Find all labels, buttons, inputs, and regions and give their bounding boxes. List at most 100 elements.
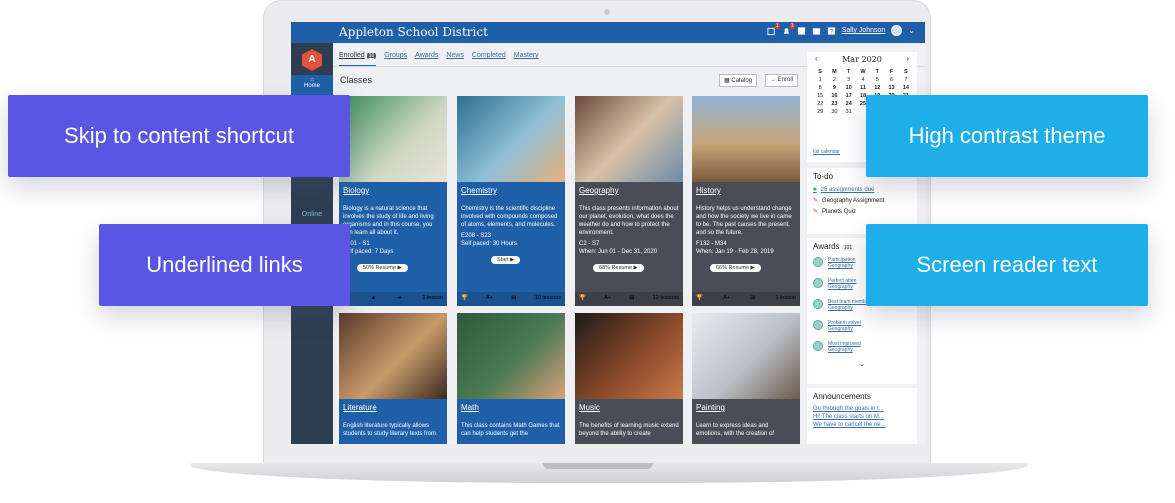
todo-item[interactable]: ✎ Geography Assignment	[807, 195, 917, 206]
calendar-day[interactable]: 16	[827, 93, 841, 99]
class-meta: Self paced: 30 Hours	[461, 241, 518, 247]
class-card[interactable]: Geography This class presents informatio…	[575, 96, 683, 306]
user-name[interactable]: Sally Johnson	[842, 27, 886, 34]
weekday-label: S	[818, 69, 822, 75]
announcement-item[interactable]: Go through the goals in t...	[807, 405, 917, 413]
doc-icon[interactable]: ▤	[511, 295, 516, 303]
top-bar-icons: 1 1 ? Sally Johnson ⌄	[767, 22, 915, 36]
tab-news[interactable]: News	[446, 52, 464, 67]
calendar-day[interactable]: 4	[856, 77, 870, 83]
announcement-item[interactable]: Hi! The class starts on M...	[807, 413, 917, 421]
svg-text:?: ?	[829, 28, 833, 35]
class-description: Chemistry is the scientific discipline i…	[461, 206, 558, 228]
calendar-day[interactable]: 15	[813, 93, 827, 99]
resume-button[interactable]: 66% Resume ▶	[710, 264, 761, 272]
award-item[interactable]: Most improved Geography	[807, 339, 917, 360]
class-card[interactable]: Music The benefits of learning music ext…	[575, 313, 683, 444]
arrow-icon[interactable]: ➔	[397, 295, 402, 303]
calendar-day[interactable]: 14	[899, 85, 913, 91]
calendar-day[interactable]: 22	[813, 101, 827, 107]
calendar-icon[interactable]	[812, 26, 821, 36]
calendar-day[interactable]: 11	[856, 85, 870, 91]
class-card[interactable]: Literature English literature typically …	[339, 313, 447, 444]
class-code: E208 - S23	[461, 233, 492, 239]
grade-icon[interactable]: A+	[723, 295, 730, 303]
catalog-button[interactable]: ▦ Catalog	[719, 74, 758, 87]
class-name[interactable]: Painting	[696, 403, 796, 412]
grade-icon[interactable]: A+	[604, 295, 611, 303]
chevron-down-icon[interactable]: ⌄	[908, 26, 915, 35]
enroll-label: Enroll	[777, 77, 794, 83]
award-item[interactable]: Problem solver Geography	[807, 318, 917, 339]
calendar-day[interactable]: 9	[827, 85, 841, 91]
start-button[interactable]: Start ▶	[491, 256, 521, 264]
calendar-day[interactable]: 10	[842, 85, 856, 91]
resume-button[interactable]: 50% Resume ▶	[357, 264, 408, 272]
class-card[interactable]: Biology Biology is a natural science tha…	[339, 96, 447, 306]
sidebar-item-label: Home	[303, 83, 320, 89]
calendar-day[interactable]: 6	[884, 77, 898, 83]
calendar-day[interactable]: 7	[899, 77, 913, 83]
expand-chevron-icon[interactable]: ⌄	[807, 360, 917, 368]
calendar-day[interactable]: 5	[870, 77, 884, 83]
tab-awards[interactable]: Awards	[415, 52, 438, 67]
trophy-icon[interactable]: 🏆	[696, 295, 703, 303]
card-footer: 🏆 A+ ▤ 10 lessons	[457, 292, 565, 306]
tab-completed[interactable]: Completed	[472, 52, 506, 67]
pin-icon: ✎	[813, 209, 819, 215]
calendar-day[interactable]: 23	[827, 101, 841, 107]
tab-enrolled[interactable]: Enrolled 16	[339, 52, 377, 67]
class-name[interactable]: Geography	[579, 186, 679, 195]
doc-icon[interactable]: ▤	[750, 295, 755, 303]
trophy-icon[interactable]: 🏆	[579, 295, 586, 303]
callout-screen-reader: Screen reader text	[866, 224, 1148, 306]
class-name[interactable]: Literature	[343, 403, 443, 412]
announcement-item[interactable]: We have to cancel the ne...	[807, 421, 917, 429]
top-bar: Appleton School District 1 1 ? Sally Joh…	[291, 22, 925, 43]
logo[interactable]: A	[302, 49, 322, 71]
todo-item[interactable]: ✎ Planets Quiz	[807, 206, 917, 217]
calendar-day[interactable]: 31	[842, 109, 856, 115]
list-icon[interactable]	[797, 26, 806, 36]
resume-button[interactable]: 68% Resume ▶	[593, 264, 644, 272]
class-card[interactable]: History History helps us understand chan…	[692, 96, 800, 306]
todo-item[interactable]: ■ 25 assignments due	[807, 185, 917, 195]
bell-icon[interactable]: 1	[782, 22, 795, 36]
enroll-button[interactable]: → Enroll	[765, 74, 799, 87]
class-name[interactable]: Biology	[343, 186, 443, 195]
grade-icon[interactable]: A+	[486, 295, 493, 303]
messages-icon[interactable]: 1	[767, 22, 780, 36]
help-icon[interactable]: ?	[827, 26, 836, 36]
calendar-day[interactable]: 17	[842, 93, 856, 99]
calendar-day[interactable]: 1	[813, 77, 827, 83]
class-name[interactable]: History	[696, 186, 796, 195]
tab-mastery[interactable]: Mastery	[514, 52, 539, 67]
todo-label: 25 assignments due	[820, 187, 875, 193]
class-name[interactable]: Math	[461, 403, 561, 412]
trophy-icon[interactable]: 🏆	[461, 295, 468, 303]
class-name[interactable]: Music	[579, 403, 679, 412]
calendar-day[interactable]: 13	[884, 85, 898, 91]
calendar-day[interactable]: 24	[842, 101, 856, 107]
app-title: Appleton School District	[339, 25, 488, 39]
bell-icon[interactable]: ▲	[371, 295, 376, 303]
calendar-day[interactable]: 2	[827, 77, 841, 83]
calendar-day[interactable]: 12	[870, 85, 884, 91]
classes-heading: Classes	[340, 75, 373, 85]
calendar-day[interactable]: 3	[842, 77, 856, 83]
calendar-day[interactable]: 30	[827, 109, 841, 115]
sidebar-item-home[interactable]: ⌂ Home	[291, 75, 333, 97]
tab-groups[interactable]: Groups	[384, 52, 407, 67]
class-card[interactable]: Painting Learn to express ideas and emot…	[692, 313, 800, 444]
calendar-day[interactable]: 8	[813, 85, 827, 91]
class-code: B101 - S1	[343, 241, 370, 247]
class-name[interactable]: Chemistry	[461, 186, 561, 195]
calendar-day[interactable]: 29	[813, 109, 827, 115]
class-card[interactable]: Math This class contains Math Games that…	[457, 313, 565, 444]
doc-icon[interactable]: ▤	[629, 295, 634, 303]
avatar[interactable]	[891, 25, 903, 36]
card-body: Music The benefits of learning music ext…	[575, 399, 683, 444]
class-image	[339, 96, 447, 182]
full-calendar-link[interactable]: full calendar	[813, 149, 840, 155]
class-card[interactable]: Chemistry Chemistry is the scientific di…	[457, 96, 565, 306]
